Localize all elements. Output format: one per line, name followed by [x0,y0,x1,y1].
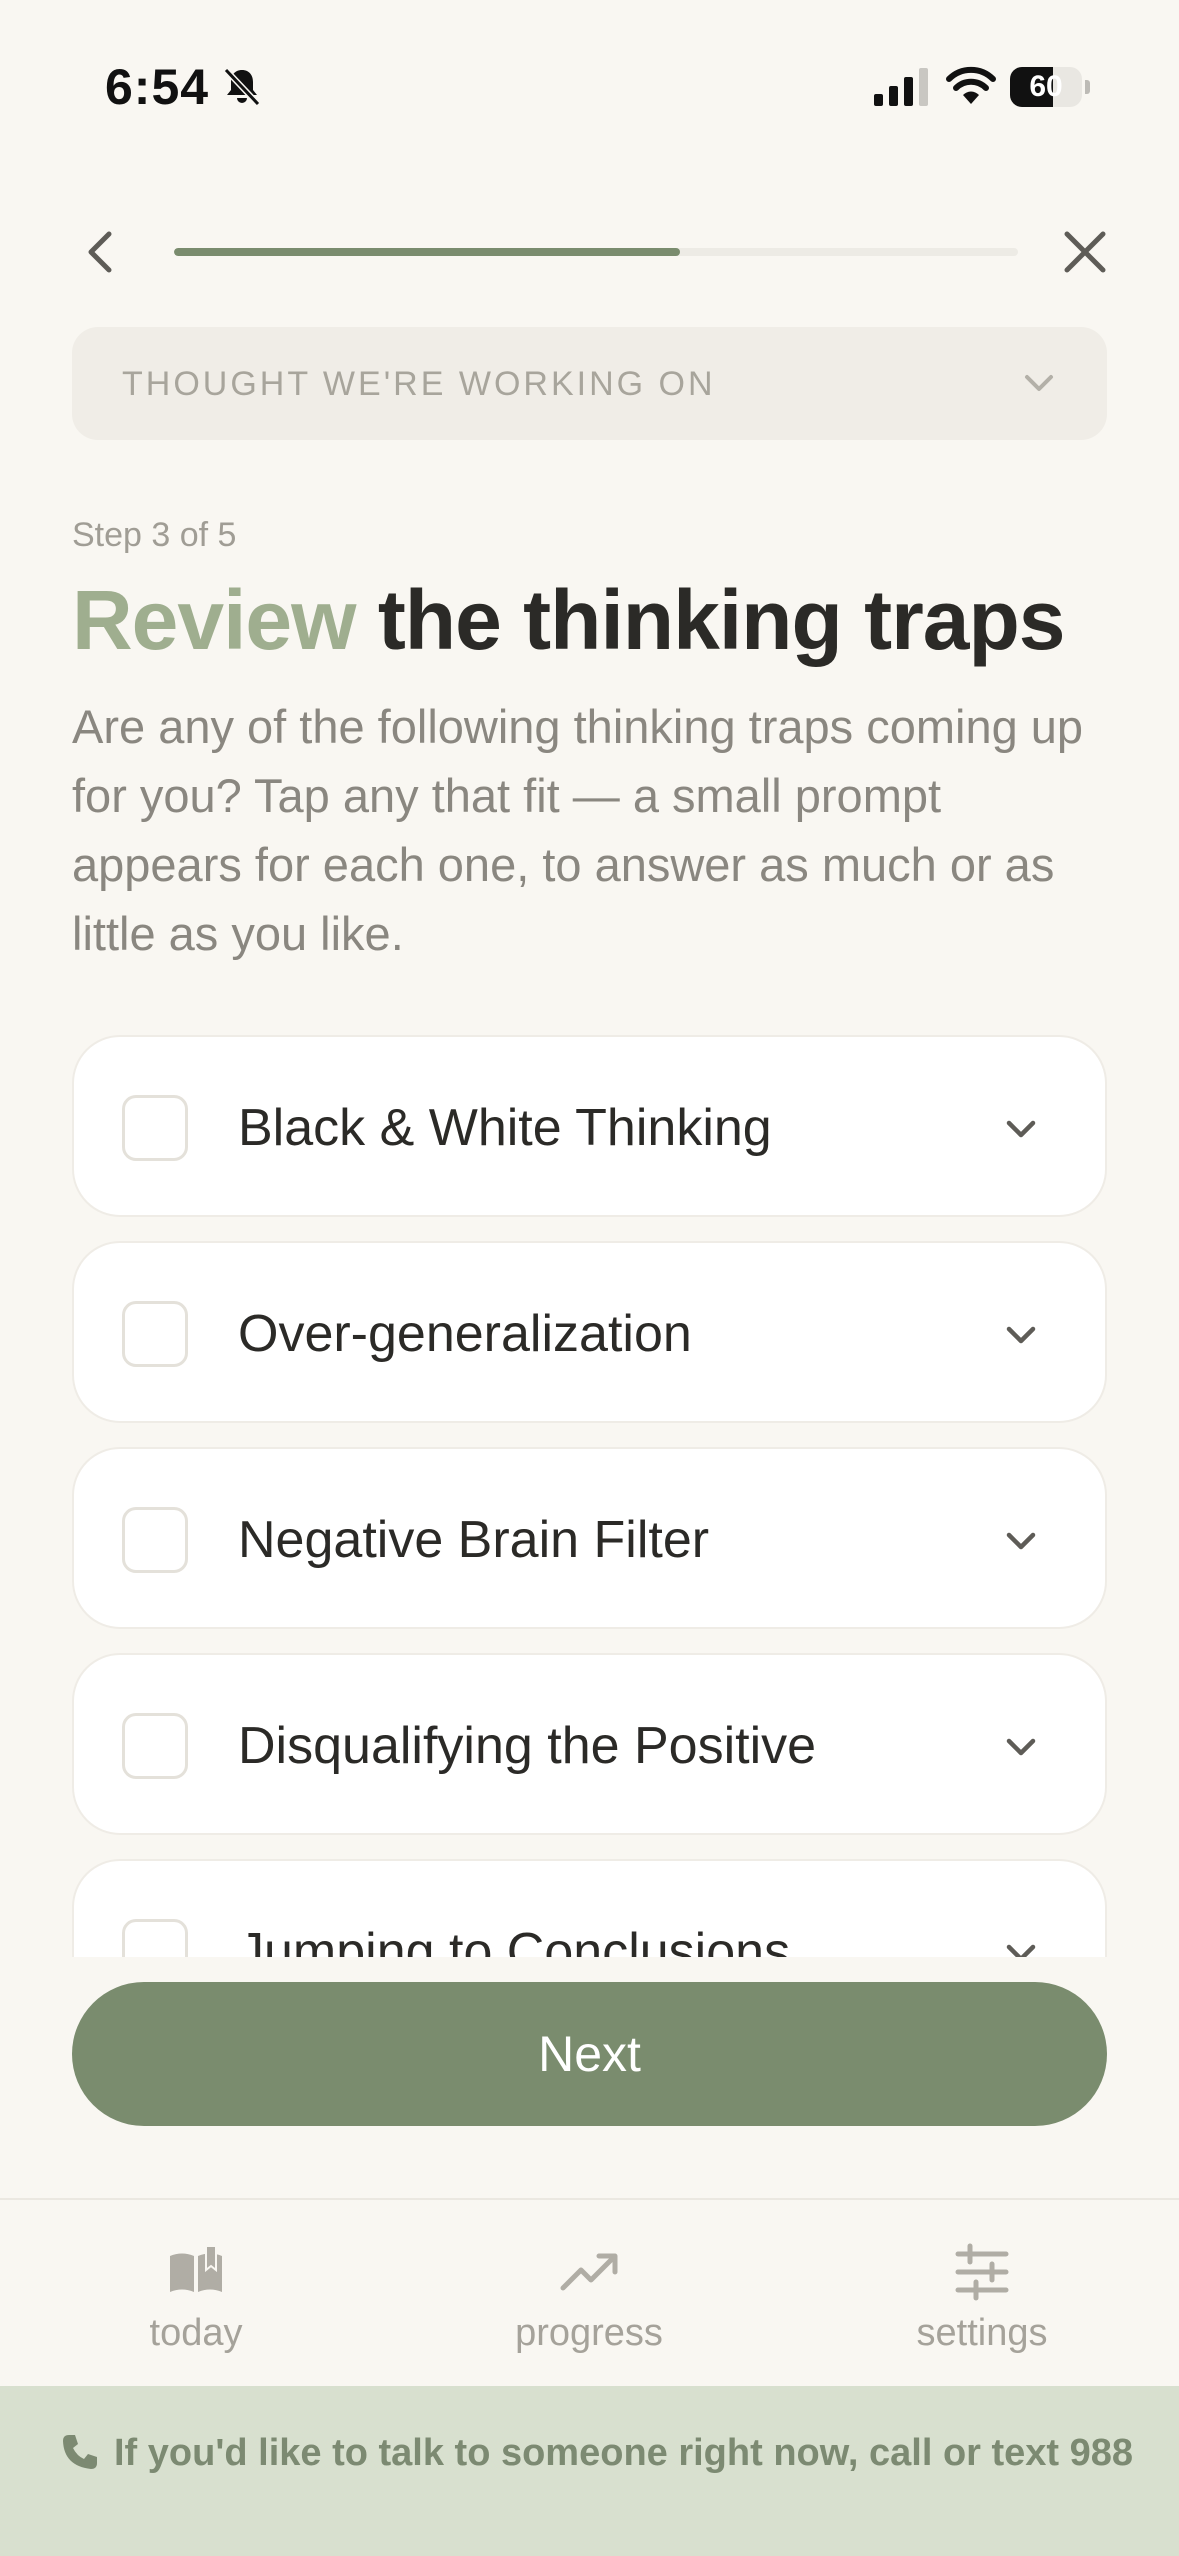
tab-today[interactable]: today [76,2200,316,2388]
chevron-down-icon[interactable] [1001,1521,1041,1561]
chevron-down-icon[interactable] [1001,1727,1041,1767]
page-title-accent: Review [72,573,356,667]
trap-checkbox[interactable] [122,1095,188,1161]
signal-icon [874,68,928,106]
trap-checkbox[interactable] [122,1919,188,1957]
sliders-icon [955,2243,1009,2301]
thought-dropdown-label: THOUGHT WE'RE WORKING ON [122,365,716,403]
step-indicator: Step 3 of 5 [72,516,237,554]
crisis-hotline-text[interactable]: If you'd like to talk to someone right n… [114,2432,1133,2475]
chevron-down-icon [1025,375,1053,391]
close-button[interactable] [1055,222,1115,282]
back-button[interactable] [70,222,130,282]
thought-dropdown[interactable]: THOUGHT WE'RE WORKING ON [72,327,1107,440]
chevron-down-icon[interactable] [1001,1109,1041,1149]
tab-bar: today progress settings [0,2198,1179,2386]
trap-label: Disqualifying the Positive [238,1717,817,1775]
trending-up-icon [560,2253,618,2291]
chevron-left-icon [88,231,112,273]
tab-label: settings [916,2312,1048,2354]
trap-card-black-white[interactable]: Black & White Thinking [72,1035,1107,1217]
wifi-icon [946,66,996,104]
trap-card-negative-brain-filter[interactable]: Negative Brain Filter [72,1447,1107,1629]
trap-card-disqualifying-positive[interactable]: Disqualifying the Positive [72,1653,1107,1835]
trap-checkbox[interactable] [122,1301,188,1367]
tab-settings[interactable]: settings [862,2200,1102,2388]
trap-label: Over-generalization [238,1305,692,1363]
close-icon [1064,231,1106,273]
trap-label: Negative Brain Filter [238,1511,710,1569]
tab-label: today [149,2312,243,2354]
step-progress-fill [174,248,681,256]
tab-label: progress [515,2312,663,2354]
page-title: Review the thinking traps [72,572,1066,669]
phone-icon [63,2435,97,2469]
trap-checkbox[interactable] [122,1713,188,1779]
trap-label: Jumping to Conclusions [238,1923,791,1957]
step-description: Are any of the following thinking traps … [72,700,1084,960]
trap-card-jumping-conclusions[interactable]: Jumping to Conclusions [72,1859,1107,1957]
battery-icon: 60 [1010,67,1090,107]
chevron-down-icon[interactable] [1001,1933,1041,1957]
next-button[interactable]: Next [72,1982,1107,2126]
page-title-rest: the thinking traps [355,573,1066,667]
thinking-trap-list: Black & White Thinking Over-generalizati… [72,1035,1107,1957]
bell-slash-icon [223,67,261,107]
step-progress-bar [174,248,1018,256]
trap-label: Black & White Thinking [238,1099,772,1157]
crisis-banner[interactable]: If you'd like to talk to someone right n… [0,2386,1179,2556]
trap-card-over-generalization[interactable]: Over-generalization [72,1241,1107,1423]
trap-checkbox[interactable] [122,1507,188,1573]
status-time: 6:54 [105,59,210,115]
book-icon [170,2245,222,2292]
chevron-down-icon[interactable] [1001,1315,1041,1355]
battery-level: 60 [1029,70,1063,103]
tab-progress[interactable]: progress [469,2200,709,2388]
status-bar: 6:54 60 [0,0,1179,175]
